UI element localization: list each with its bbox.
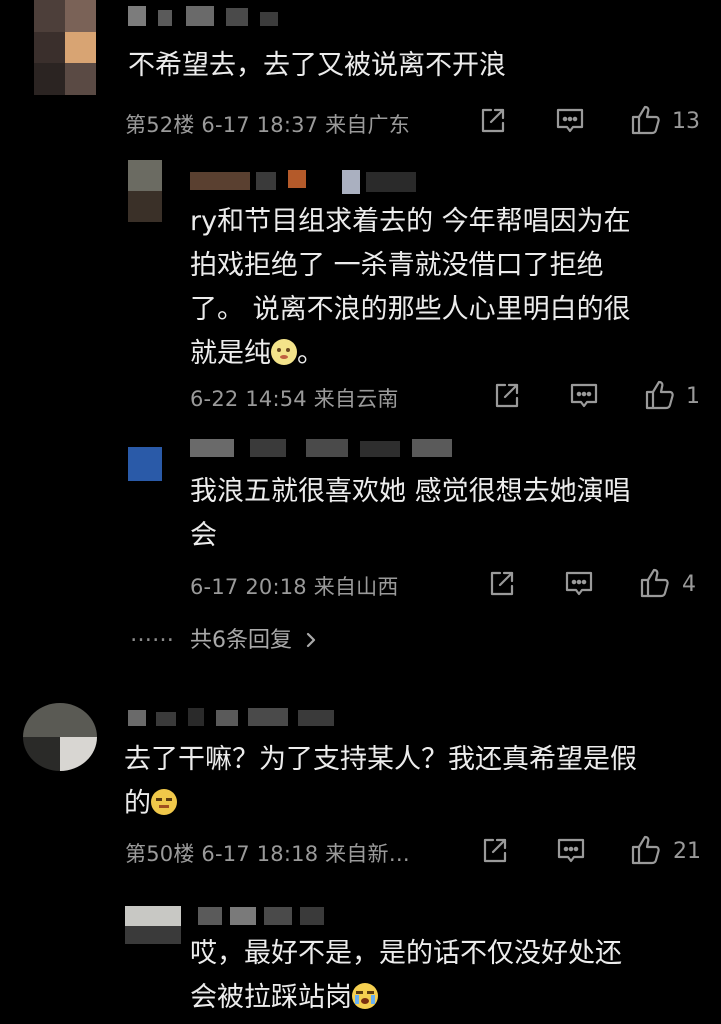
username-blurred[interactable] <box>198 907 338 929</box>
emoji-icon <box>271 339 297 365</box>
share-icon[interactable] <box>480 836 510 866</box>
thumbs-up-icon[interactable] <box>639 567 671 599</box>
like-count: 1 <box>686 384 700 409</box>
thumbs-up-icon[interactable] <box>630 104 662 136</box>
comment-icon[interactable] <box>564 570 594 598</box>
comment-meta: 第52楼 6-17 18:37 来自广东 <box>125 113 410 137</box>
share-icon[interactable] <box>492 381 522 411</box>
avatar[interactable] <box>128 160 162 222</box>
like-count: 4 <box>682 572 696 597</box>
comment-icon[interactable] <box>555 107 585 135</box>
like-count: 21 <box>673 839 701 864</box>
more-replies-link[interactable]: 共6条回复 <box>190 622 317 655</box>
share-icon[interactable] <box>478 106 508 136</box>
comment-icon[interactable] <box>556 837 586 865</box>
reply-text: 我浪五就很喜欢她 感觉很想去她演唱 会 <box>190 476 631 551</box>
username-blurred[interactable] <box>190 170 440 194</box>
reply-text: 哎，最好不是，是的话不仅没好处还 会被拉踩站岗 <box>190 938 622 1013</box>
more-replies-label: 共6条回复 <box>190 628 292 653</box>
comment-icon[interactable] <box>569 382 599 410</box>
share-icon[interactable] <box>487 569 517 599</box>
more-dots: …… <box>130 622 174 647</box>
reply-meta: 6-22 14:54 来自云南 <box>190 387 399 411</box>
comment-text: 去了干嘛？为了支持某人？我还真希望是假 的 <box>124 744 637 819</box>
avatar[interactable] <box>125 906 181 944</box>
avatar[interactable] <box>23 703 97 771</box>
emoji-icon <box>151 789 177 815</box>
reply-meta: 6-17 20:18 来自山西 <box>190 575 399 599</box>
emoji-icon <box>352 983 378 1009</box>
reply-text: ry和节目组求着去的 今年帮唱因为在 拍戏拒绝了 一杀青就没借口了拒绝 了。 说… <box>190 206 631 369</box>
username-blurred[interactable] <box>128 708 368 730</box>
username-blurred[interactable] <box>190 439 470 461</box>
like-count: 13 <box>672 109 700 134</box>
chevron-right-icon <box>305 630 317 655</box>
thumbs-up-icon[interactable] <box>630 834 662 866</box>
comment-text: 不希望去，去了又被说离不开浪 <box>128 50 506 81</box>
thumbs-up-icon[interactable] <box>644 379 676 411</box>
avatar[interactable] <box>128 447 162 481</box>
username-blurred[interactable] <box>128 6 298 28</box>
comment-meta: 第50楼 6-17 18:18 来自新… <box>125 842 410 866</box>
avatar[interactable] <box>34 0 96 95</box>
